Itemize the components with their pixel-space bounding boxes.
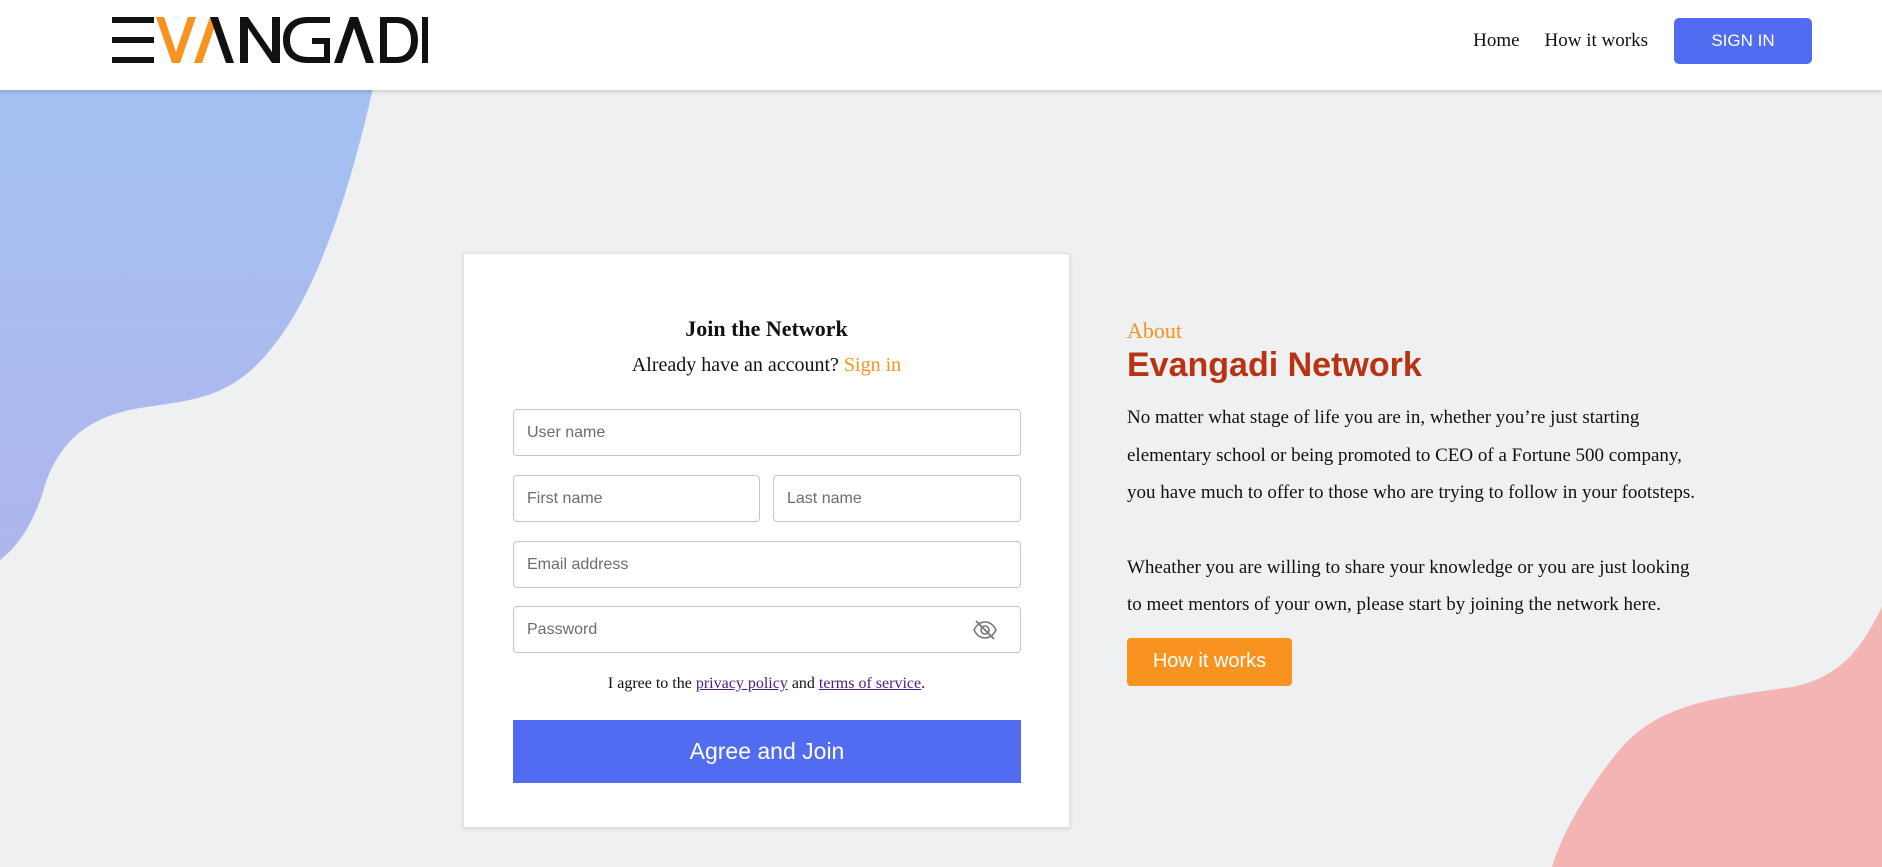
eye-slash-icon[interactable]	[972, 619, 998, 641]
username-placeholder: User name	[527, 423, 606, 441]
about-title: Evangadi Network	[1127, 346, 1422, 384]
already-account-text: Already have an account?	[631, 354, 839, 376]
first-name-placeholder: First name	[527, 489, 603, 507]
terms-of-service-link[interactable]: terms of service	[819, 675, 921, 692]
username-input[interactable]: User name	[513, 409, 1021, 456]
agree-terms-text: I agree to the privacy policy and terms …	[464, 675, 1069, 693]
evangadi-logo[interactable]	[112, 16, 428, 64]
agree-and: and	[791, 675, 815, 692]
email-input[interactable]: Email address	[513, 541, 1021, 588]
first-name-input[interactable]: First name	[513, 475, 760, 522]
about-section: About Evangadi Network No matter what st…	[1127, 318, 1697, 686]
last-name-input[interactable]: Last name	[773, 475, 1021, 522]
nav-how-it-works-link[interactable]: How it works	[1545, 30, 1648, 52]
agree-suffix: .	[921, 675, 926, 692]
nav-home-link[interactable]: Home	[1473, 30, 1519, 52]
about-paragraph-1: No matter what stage of life you are in,…	[1127, 407, 1695, 503]
about-paragraph-2: Wheather you are willing to share your k…	[1127, 556, 1690, 616]
signup-subtitle: Already have an account? Sign in	[464, 354, 1069, 377]
how-it-works-button[interactable]: How it works	[1127, 637, 1292, 686]
sign-in-link[interactable]: Sign in	[844, 354, 901, 376]
agree-and-join-button[interactable]: Agree and Join	[513, 720, 1021, 783]
agree-prefix: I agree to the	[607, 675, 692, 692]
email-placeholder: Email address	[527, 555, 629, 573]
signup-card: Join the Network Already have an account…	[463, 253, 1070, 828]
top-nav: Home How it works SIGN IN	[1473, 18, 1812, 64]
password-input[interactable]: Password	[513, 606, 1021, 653]
signup-title: Join the Network	[685, 316, 848, 341]
about-label: About	[1127, 318, 1182, 343]
sign-in-button[interactable]: SIGN IN	[1674, 18, 1812, 64]
privacy-policy-link[interactable]: privacy policy	[696, 675, 788, 692]
site-header: Home How it works SIGN IN	[0, 0, 1882, 90]
password-placeholder: Password	[527, 620, 598, 638]
last-name-placeholder: Last name	[787, 489, 862, 507]
